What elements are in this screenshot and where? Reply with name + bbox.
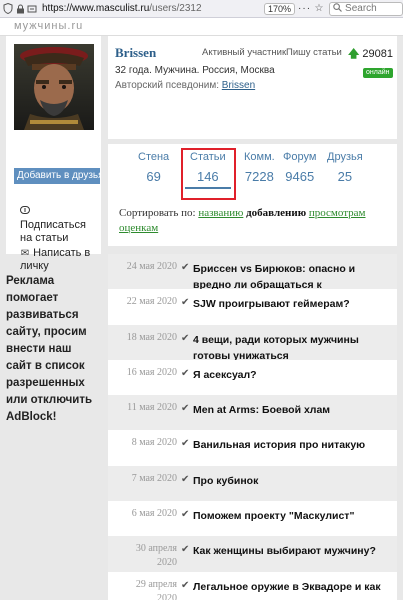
profile-sidebar: Добавить в друзья Подписаться на статьи …: [6, 36, 101, 272]
pseudonym-line: Авторский псевдоним: Brissen: [115, 80, 255, 91]
article-date: 8 мая 2020: [131, 437, 177, 449]
article-date: 11 мая 2020: [127, 402, 177, 414]
pseudonym-label: Авторский псевдоним:: [115, 80, 222, 91]
article-title[interactable]: Ванильная история про нитакую: [193, 437, 393, 453]
url-bar[interactable]: https://www.masculist.ru/users/2312: [42, 3, 262, 14]
article-title[interactable]: SJW проигрывают геймерам?: [193, 296, 393, 312]
article-title[interactable]: Поможем проекту "Маскулист": [193, 508, 393, 524]
article-date: 16 мая 2020: [126, 366, 177, 378]
write-message-link[interactable]: ✉ Написать в личку: [20, 247, 104, 273]
list-item: 11 мая 2020 ✔ Men at Arms: Боевой хлам: [108, 395, 397, 431]
tab-comments[interactable]: Комм. 7228: [244, 151, 275, 184]
list-item: 18 мая 2020 ✔ 4 вещи, ради которых мужчины…: [108, 324, 397, 362]
article-title[interactable]: Я асексуал?: [193, 367, 393, 383]
sort-label: Сортировать по:: [119, 207, 199, 219]
envelope-icon: ✉: [20, 248, 30, 259]
list-item: 22 мая 2020 ✔ SJW проигрывают геймерам?: [108, 289, 397, 325]
checkmark-icon: ✔: [181, 297, 190, 309]
tab-count: 9465: [285, 169, 315, 184]
search-input[interactable]: Search: [329, 1, 403, 16]
checkmark-icon: ✔: [181, 473, 190, 485]
checkmark-icon: ✔: [181, 509, 190, 521]
user-rank: Активный участник: [202, 47, 287, 58]
sort-by-name[interactable]: названию: [198, 207, 243, 219]
checkmark-icon: ✔: [181, 579, 190, 591]
list-item: 7 мая 2020 ✔ Про кубинок: [108, 465, 397, 502]
article-date: 22 мая 2020: [126, 296, 177, 308]
list-item: 24 мая 2020 ✔ Бриссен vs Бирюков: опасно и…: [108, 254, 397, 307]
rss-icon: [20, 205, 98, 218]
article-title[interactable]: Легальное оружие в Эквадоре и как: [193, 579, 393, 595]
tab-label: Стена: [138, 151, 170, 163]
checkmark-icon: ✔: [181, 544, 190, 556]
article-date: 18 мая 2020: [126, 331, 177, 343]
tab-forum[interactable]: Форум 9465: [283, 151, 316, 184]
sort-by-views[interactable]: просмотрам: [309, 207, 366, 219]
avatar[interactable]: [14, 44, 94, 130]
article-title[interactable]: Как женщины выбирают мужчину?: [193, 543, 393, 559]
checkmark-icon: ✔: [181, 367, 190, 379]
article-title[interactable]: 4 вещи, ради которых мужчины готовы униж…: [193, 332, 393, 364]
article-date: 7 мая 2020: [131, 472, 177, 484]
tab-friends[interactable]: Друзья 25: [327, 151, 363, 184]
add-friend-button[interactable]: Добавить в друзья: [14, 168, 100, 184]
tab-label: Друзья: [327, 151, 363, 163]
sort-by-added[interactable]: добавлению: [246, 207, 306, 219]
search-placeholder: Search: [345, 3, 377, 14]
subscribe-link[interactable]: Подписаться на статьи: [20, 205, 98, 245]
tab-count: 25: [337, 169, 353, 184]
zoom-indicator[interactable]: 170%: [264, 2, 296, 15]
article-date: 24 мая 2020: [126, 261, 177, 272]
subscribe-label: Подписаться на статьи: [20, 219, 86, 244]
article-date: 6 мая 2020: [131, 508, 177, 520]
tab-wall[interactable]: Стена 69: [138, 151, 169, 184]
list-item: 30 апреля 2020 ✔ Как женщины выбирают мужч…: [108, 536, 397, 572]
list-item: 29 апреля 2020 ✔ Легальное оружие в Эквадо…: [108, 571, 397, 600]
sort-by-ratings[interactable]: оценкам: [119, 222, 158, 234]
checkmark-icon: ✔: [181, 403, 190, 415]
user-score: 🡅 29081: [348, 45, 393, 64]
up-arrow-icon: 🡅: [348, 48, 360, 60]
tab-label: Форум: [283, 151, 317, 163]
tracking-shield-icon[interactable]: [2, 3, 14, 15]
online-badge: онлайн: [363, 68, 393, 78]
checkmark-icon: ✔: [181, 262, 190, 273]
lock-icon[interactable]: [14, 3, 26, 15]
article-title[interactable]: Men at Arms: Боевой хлам: [193, 402, 393, 418]
page-info-icon[interactable]: [26, 3, 38, 15]
checkmark-icon: ✔: [181, 438, 190, 450]
article-title[interactable]: Про кубинок: [193, 473, 393, 489]
page-actions-icon[interactable]: ···: [298, 3, 311, 14]
score-value: 29081: [362, 48, 393, 60]
list-item: 16 мая 2020 ✔ Я асексуал?: [108, 359, 397, 396]
tab-count: 7228: [244, 169, 274, 184]
list-item: 6 мая 2020 ✔ Поможем проекту "Маскулист": [108, 501, 397, 537]
list-item: 8 мая 2020 ✔ Ванильная история про нитакую: [108, 430, 397, 466]
url-host: https://www.masculist.ru: [42, 3, 150, 14]
article-date: 30 апреля 2020: [135, 543, 177, 569]
bookmark-star-icon[interactable]: ☆: [313, 3, 325, 15]
profile-card: Brissen Активный участник Пишу статьи 🡅 …: [108, 36, 397, 139]
username[interactable]: Brissen: [115, 45, 156, 61]
site-header-text: мужчины.ru: [14, 20, 84, 32]
pseudonym-link[interactable]: Brissen: [222, 80, 255, 91]
url-path: /users/2312: [149, 3, 202, 14]
tab-label: Комм.: [244, 151, 275, 163]
browser-toolbar: https://www.masculist.ru/users/2312 170%…: [0, 0, 403, 18]
checkmark-icon: ✔: [181, 332, 190, 344]
adblock-notice: Реклама помогает развиваться сайту, прос…: [6, 275, 93, 423]
user-info: 32 года. Мужчина. Россия, Москва: [115, 65, 275, 76]
site-header: мужчины.ru: [0, 18, 403, 36]
highlight-box: [181, 148, 236, 200]
stats-tabs: Стена 69 Статьи 146 Комм. 7228 Форум 946…: [108, 144, 397, 200]
write-message-label: Написать в личку: [20, 247, 91, 272]
user-writes: Пишу статьи: [286, 47, 342, 58]
search-icon: [333, 2, 342, 15]
sort-options: Сортировать по: названию добавлению прос…: [119, 206, 394, 236]
sort-bar: Сортировать по: названию добавлению прос…: [108, 200, 397, 246]
tab-count: 69: [146, 169, 161, 184]
articles-list: 24 мая 2020 ✔ Бриссен vs Бирюков: опасно и…: [108, 254, 397, 600]
article-date: 29 апреля 2020: [135, 578, 177, 600]
